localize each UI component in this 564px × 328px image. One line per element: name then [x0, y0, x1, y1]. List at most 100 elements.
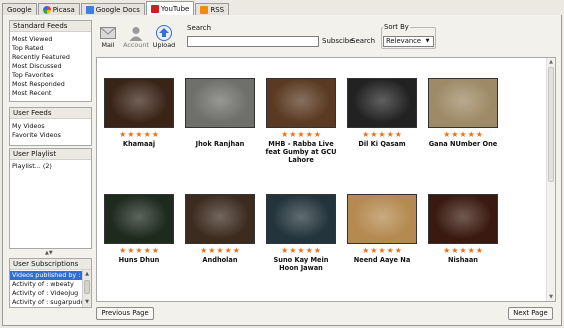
star-icon: ★ [443, 246, 451, 255]
star-icon: ★ [459, 130, 467, 139]
star-icon: ★ [475, 130, 483, 139]
search-input[interactable] [187, 36, 319, 47]
tab-label: YouTube [160, 5, 190, 13]
list-item[interactable]: Top Rated [10, 44, 91, 53]
list-item[interactable]: Activity of : VideoJug [10, 289, 83, 298]
rating-stars: ★ ★ ★ ★ ★ [264, 247, 338, 255]
standard-feeds-list: Most Viewed Top Rated Recently Featured Mos… [10, 32, 91, 98]
list-item[interactable]: Most Discussed [10, 62, 91, 71]
video-card[interactable]: ★ ★ ★ ★ ★ Dil Ki Qasam [345, 78, 419, 148]
user-subscriptions-title: User Subscriptions [10, 259, 91, 270]
video-title[interactable]: Neend Aaye Na [345, 256, 419, 264]
upload-icon [155, 25, 173, 41]
video-thumbnail[interactable] [347, 78, 417, 128]
list-item[interactable]: Favorite Videos [10, 131, 91, 140]
video-title[interactable]: Dil Ki Qasam [345, 140, 419, 148]
search-label: Search [187, 24, 212, 32]
mail-icon [99, 25, 117, 41]
subscriptions-scrollbar[interactable]: ▲ ▼ [82, 270, 91, 307]
star-icon: ★ [119, 130, 127, 139]
rating-stars [183, 131, 257, 139]
search-button[interactable]: Search [351, 37, 375, 45]
video-thumbnail[interactable] [104, 78, 174, 128]
star-icon: ★ [208, 246, 216, 255]
scroll-down-icon[interactable]: ▼ [83, 298, 91, 307]
video-title[interactable]: Gana NUmber One [426, 140, 500, 148]
rating-stars: ★ ★ ★ ★ ★ [183, 247, 257, 255]
video-card[interactable]: ★ ★ ★ ★ ★ MHB - Rabba Live feat Gumby at GCU … [264, 78, 338, 164]
video-card[interactable]: ★ ★ ★ ★ ★ Huns Dhun [102, 194, 176, 264]
user-subscriptions-list: Videos published by : lo Activity of : wb… [10, 271, 83, 306]
sort-select[interactable]: Relevance ▼ [383, 36, 434, 47]
video-title[interactable]: Suno Kay Mein Hoon Jawan [264, 256, 338, 272]
video-grid-scrollbar[interactable]: ▲ ▼ [546, 58, 555, 301]
video-title[interactable]: Nishaan [426, 256, 500, 264]
video-card[interactable]: ★ ★ ★ ★ ★ Khamaaj [102, 78, 176, 148]
list-item[interactable]: Videos published by : lo [10, 271, 83, 280]
scrollbar-thumb[interactable] [84, 280, 90, 294]
list-item[interactable]: Playlist... (2) [10, 162, 91, 171]
video-title[interactable]: Huns Dhun [102, 256, 176, 264]
tab-youtube[interactable]: YouTube [145, 1, 195, 16]
chevron-down-icon: ▼ [425, 38, 430, 44]
rating-stars: ★ ★ ★ ★ ★ [345, 247, 419, 255]
splitter-handle[interactable]: ▲▼ [45, 250, 53, 256]
star-icon: ★ [151, 246, 159, 255]
star-icon: ★ [297, 130, 305, 139]
next-page-button[interactable]: Next Page [508, 307, 553, 320]
video-title[interactable]: MHB - Rabba Live feat Gumby at GCU Lahor… [264, 140, 338, 164]
star-icon: ★ [143, 246, 151, 255]
video-card[interactable]: Jhok Ranjhan [183, 78, 257, 148]
list-item[interactable]: Most Responded [10, 80, 91, 89]
video-card[interactable]: ★ ★ ★ ★ ★ Nishaan [426, 194, 500, 264]
video-card[interactable]: ★ ★ ★ ★ ★ Suno Kay Mein Hoon Jawan [264, 194, 338, 272]
standard-feeds-title: Standard Feeds [10, 21, 91, 32]
list-item[interactable]: Top Favorites [10, 71, 91, 80]
star-icon: ★ [127, 130, 135, 139]
video-title[interactable]: Andholan [183, 256, 257, 264]
sort-value: Relevance [386, 37, 422, 45]
rating-stars: ★ ★ ★ ★ ★ [102, 247, 176, 255]
video-thumbnail[interactable] [104, 194, 174, 244]
list-item[interactable]: Activity of : wbeaty [10, 280, 83, 289]
video-thumbnail[interactable] [185, 78, 255, 128]
scroll-down-icon[interactable]: ▼ [547, 293, 555, 301]
upload-button[interactable]: Upload [153, 25, 175, 49]
list-item[interactable]: Activity of : sugarpuddi [10, 298, 83, 306]
scroll-up-icon[interactable]: ▲ [83, 270, 91, 279]
list-item[interactable]: My Videos [10, 122, 91, 131]
star-icon: ★ [151, 130, 159, 139]
video-thumbnail[interactable] [266, 78, 336, 128]
video-title[interactable]: Jhok Ranjhan [183, 140, 257, 148]
video-card[interactable]: ★ ★ ★ ★ ★ Gana NUmber One [426, 78, 500, 148]
list-item[interactable]: Recently Featured [10, 53, 91, 62]
docs-icon [85, 6, 94, 14]
previous-page-button[interactable]: Previous Page [96, 307, 154, 320]
scrollbar-thumb[interactable] [548, 67, 554, 182]
video-thumbnail[interactable] [428, 78, 498, 128]
star-icon: ★ [135, 246, 143, 255]
video-card[interactable]: ★ ★ ★ ★ ★ Andholan [183, 194, 257, 264]
video-thumbnail[interactable] [347, 194, 417, 244]
scroll-up-icon[interactable]: ▲ [547, 58, 555, 66]
video-card[interactable]: ★ ★ ★ ★ ★ Neend Aaye Na [345, 194, 419, 264]
video-thumbnail[interactable] [428, 194, 498, 244]
youtube-icon [150, 5, 159, 13]
account-button[interactable]: Account [123, 25, 149, 49]
star-icon: ★ [467, 246, 475, 255]
mail-button[interactable]: Mail [98, 25, 118, 49]
video-title[interactable]: Khamaaj [102, 140, 176, 148]
list-item[interactable]: Most Recent [10, 89, 91, 98]
star-icon: ★ [135, 130, 143, 139]
video-thumbnail[interactable] [266, 194, 336, 244]
subscribe-button[interactable]: Subscibe [322, 37, 354, 45]
star-icon: ★ [313, 246, 321, 255]
list-item[interactable]: Most Viewed [10, 35, 91, 44]
video-grid: ★ ★ ★ ★ ★ Khamaaj Jhok Ranjhan ★ ★ ★ ★ ★ MHB - Rabba… [96, 57, 556, 302]
tab-label: RSS [210, 6, 225, 14]
star-icon: ★ [305, 130, 313, 139]
sort-label: Sort By [383, 23, 410, 31]
video-thumbnail[interactable] [185, 194, 255, 244]
star-icon: ★ [370, 130, 378, 139]
star-icon: ★ [362, 246, 370, 255]
